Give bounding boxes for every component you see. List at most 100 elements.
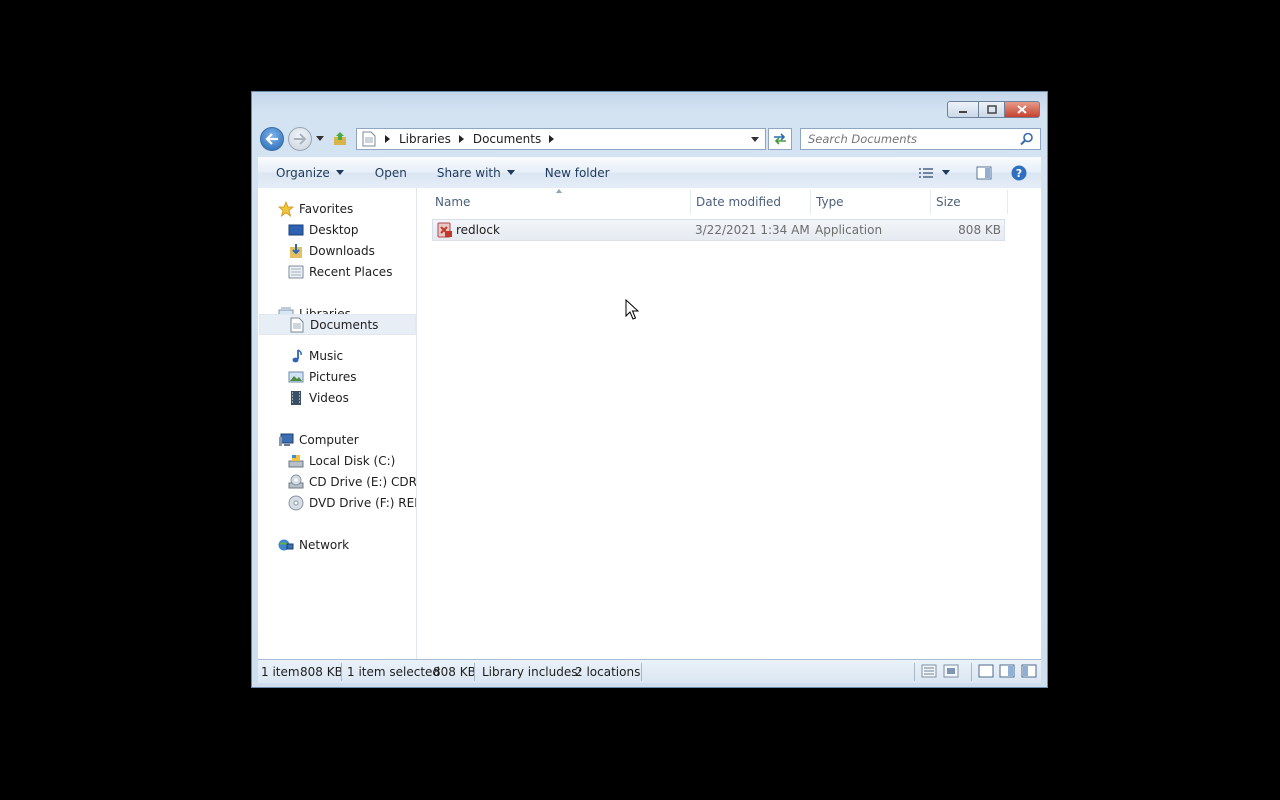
- help-button[interactable]: ?: [1011, 165, 1027, 181]
- back-arrow-icon: [265, 133, 278, 145]
- nav-dvd-drive[interactable]: DVD Drive (F:) REDPRO: [288, 492, 416, 513]
- recent-pages-dropdown[interactable]: [316, 135, 324, 144]
- layout-button-2[interactable]: [999, 664, 1015, 681]
- share-with-button[interactable]: Share with: [407, 166, 515, 180]
- nav-pictures-label: Pictures: [309, 369, 357, 384]
- caption-buttons: [947, 101, 1040, 118]
- layout-icon: [978, 664, 994, 678]
- file-date-modified: 3/22/2021 1:34 AM: [695, 223, 810, 237]
- search-box[interactable]: [800, 128, 1041, 150]
- column-type[interactable]: Type: [816, 195, 844, 209]
- chevron-down-icon: [335, 170, 344, 175]
- nav-documents[interactable]: Documents: [259, 314, 416, 335]
- layout-button-1[interactable]: [978, 664, 994, 681]
- column-size[interactable]: Size: [936, 195, 961, 209]
- organize-button[interactable]: Organize: [258, 166, 344, 180]
- file-list: Name Date modified Type Size redlock 3/2…: [417, 188, 1041, 659]
- column-divider[interactable]: [1007, 190, 1008, 214]
- details-view-icon: [919, 167, 933, 178]
- nav-recent-places[interactable]: Recent Places: [288, 261, 392, 282]
- computer-icon: [278, 432, 294, 448]
- nav-dvd-drive-label: DVD Drive (F:) REDPRO: [309, 495, 416, 510]
- change-view-button[interactable]: [918, 167, 950, 179]
- status-library-label: Library includes:: [482, 665, 582, 679]
- breadcrumb-libraries[interactable]: Libraries: [399, 132, 451, 146]
- open-label: Open: [374, 165, 407, 180]
- address-dropdown-icon[interactable]: [751, 137, 759, 142]
- breadcrumb-arrow-icon[interactable]: [458, 135, 464, 143]
- pictures-icon: [288, 369, 304, 385]
- layout-icon: [1021, 664, 1037, 678]
- nav-videos[interactable]: Videos: [288, 387, 349, 408]
- preview-pane-icon: [976, 166, 992, 179]
- file-name: redlock: [456, 223, 500, 237]
- nav-downloads[interactable]: Downloads: [288, 240, 375, 261]
- mouse-pointer-icon: [625, 298, 640, 324]
- svg-text:?: ?: [1016, 167, 1022, 180]
- nav-cd-drive[interactable]: CD Drive (E:) CDROM: [288, 471, 417, 492]
- file-type: Application: [815, 223, 883, 237]
- forward-button[interactable]: [288, 127, 312, 151]
- network-icon: [278, 537, 294, 553]
- help-icon: ?: [1011, 165, 1027, 180]
- nav-favorites-label: Favorites: [299, 201, 354, 216]
- nav-local-disk-label: Local Disk (C:): [309, 453, 396, 468]
- breadcrumb-arrow-icon[interactable]: [385, 135, 390, 143]
- thumbnails-view-button[interactable]: [943, 664, 959, 681]
- address-bar[interactable]: Libraries Documents: [356, 128, 766, 150]
- status-divider: [971, 663, 972, 681]
- column-name[interactable]: Name: [435, 195, 470, 209]
- maximize-icon: [986, 105, 997, 114]
- nav-cd-drive-label: CD Drive (E:) CDROM: [309, 474, 417, 489]
- local-disk-icon: [288, 453, 304, 469]
- status-library-locations: 2 locations: [575, 665, 641, 679]
- breadcrumb-arrow-icon[interactable]: [549, 135, 555, 143]
- chevron-down-icon: [942, 169, 950, 175]
- downloads-icon: [288, 243, 304, 259]
- refresh-button[interactable]: [768, 128, 792, 150]
- close-icon: [1017, 105, 1027, 114]
- status-selected: 1 item selected: [347, 665, 441, 679]
- navigation-buttons: [260, 127, 348, 151]
- back-button[interactable]: [260, 127, 284, 151]
- file-row[interactable]: redlock 3/22/2021 1:34 AM Application 80…: [432, 219, 1005, 241]
- minimize-icon: [959, 110, 967, 113]
- file-size: 808 KB: [958, 223, 1001, 237]
- chevron-down-icon: [506, 170, 515, 175]
- search-input[interactable]: [808, 132, 1008, 146]
- column-divider[interactable]: [690, 190, 691, 214]
- details-view-button[interactable]: [921, 664, 937, 681]
- search-icon[interactable]: [1020, 132, 1034, 149]
- organize-label: Organize: [276, 165, 330, 180]
- nav-desktop[interactable]: Desktop: [288, 219, 359, 240]
- nav-local-disk[interactable]: Local Disk (C:): [288, 450, 395, 471]
- open-button[interactable]: Open: [344, 166, 407, 180]
- minimize-button[interactable]: [947, 101, 979, 118]
- videos-icon: [288, 390, 304, 406]
- status-divider: [341, 663, 342, 681]
- nav-network[interactable]: Network: [278, 534, 349, 555]
- column-divider[interactable]: [810, 190, 811, 214]
- layout-button-3[interactable]: [1021, 664, 1037, 681]
- breadcrumb-documents[interactable]: Documents: [473, 132, 541, 146]
- dvd-drive-icon: [288, 495, 304, 511]
- close-button[interactable]: [1005, 101, 1040, 118]
- nav-favorites[interactable]: Favorites: [278, 198, 353, 219]
- documents-icon: [289, 317, 305, 333]
- nav-downloads-label: Downloads: [309, 243, 375, 258]
- preview-pane-button[interactable]: [976, 166, 992, 180]
- recent-places-icon: [288, 264, 304, 280]
- maximize-button[interactable]: [979, 101, 1005, 118]
- view-controls: ?: [918, 157, 1041, 188]
- desktop-icon: [288, 222, 304, 238]
- nav-computer[interactable]: Computer: [278, 429, 359, 450]
- column-date-modified[interactable]: Date modified: [696, 195, 781, 209]
- up-folder-icon[interactable]: [332, 131, 348, 147]
- status-item-size: 808 KB: [300, 665, 343, 679]
- nav-music[interactable]: Music: [288, 345, 343, 366]
- column-divider[interactable]: [930, 190, 931, 214]
- share-with-label: Share with: [436, 165, 501, 180]
- nav-pictures[interactable]: Pictures: [288, 366, 357, 387]
- nav-desktop-label: Desktop: [309, 222, 359, 237]
- new-folder-button[interactable]: New folder: [515, 166, 610, 180]
